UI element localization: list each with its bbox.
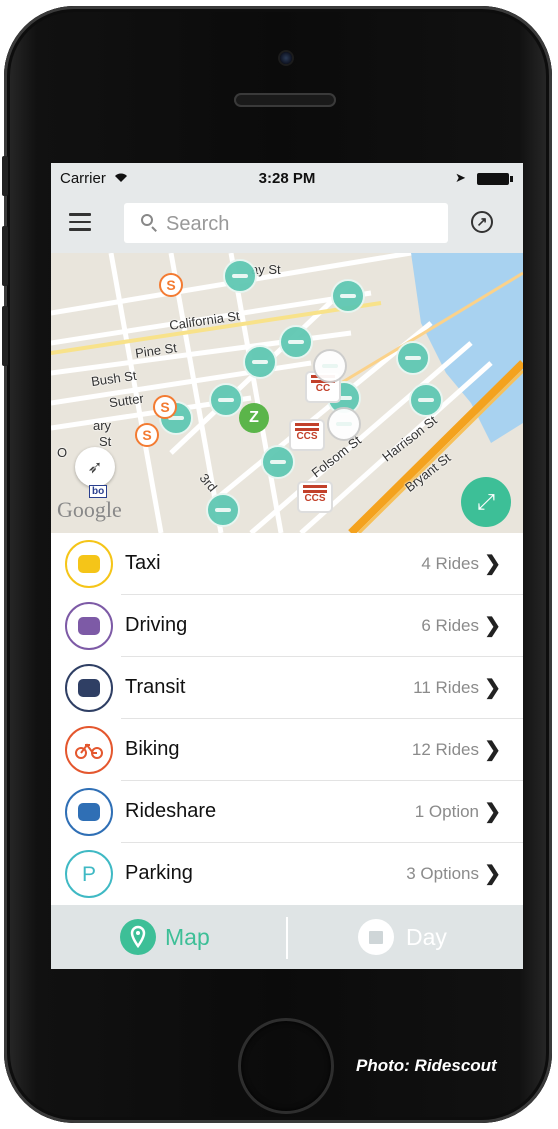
search-bar[interactable] [124, 203, 448, 245]
tab-day[interactable]: Day [288, 905, 523, 969]
ride-label: Driving [125, 614, 188, 636]
ride-row-driving[interactable]: Driving 6 Rides ❯ [51, 595, 523, 657]
tab-label: Day [406, 924, 447, 950]
map-pin[interactable] [331, 279, 365, 313]
menu-icon[interactable] [69, 213, 91, 231]
tab-map[interactable]: Map [51, 905, 286, 969]
ride-count: 11 Rides [413, 678, 479, 697]
share-route-icon[interactable]: ↗ [471, 211, 493, 233]
map-attribution: Google [57, 497, 122, 522]
ride-row-biking[interactable]: Biking 12 Rides ❯ [51, 719, 523, 781]
search-icon [141, 214, 153, 226]
status-time: 3:28 PM [258, 170, 316, 187]
battery-icon [477, 173, 513, 185]
map-pin[interactable] [243, 345, 277, 379]
chevron-right-icon: ❯ [484, 739, 501, 761]
map-pin-icon [120, 919, 156, 955]
ride-count: 1 Option [414, 802, 479, 821]
expand-map-icon[interactable]: ⤢ [461, 477, 511, 527]
car-icon [65, 602, 113, 650]
ccs-pin[interactable]: CCS [299, 483, 331, 511]
chevron-right-icon: ❯ [484, 863, 501, 885]
s-station-pin[interactable]: S [135, 423, 159, 447]
tab-label: Map [165, 924, 210, 950]
ride-label: Taxi [125, 552, 161, 574]
map-pin[interactable] [279, 325, 313, 359]
taxi-icon [65, 540, 113, 588]
ride-row-rideshare[interactable]: Rideshare 1 Option ❯ [51, 781, 523, 843]
ride-label: Biking [125, 738, 180, 760]
chevron-right-icon: ❯ [484, 801, 501, 823]
ride-count: 12 Rides [411, 740, 479, 759]
taxi-pin[interactable] [313, 349, 347, 383]
s-station-pin[interactable]: S [159, 273, 183, 297]
map-pin[interactable] [206, 493, 240, 527]
calendar-icon [358, 919, 394, 955]
location-arrow-icon: ➤ [455, 170, 466, 185]
bus-icon [65, 664, 113, 712]
map-view[interactable]: ay St California St Pine St Bush St Sutt… [51, 253, 523, 533]
chevron-right-icon: ❯ [484, 553, 501, 575]
photo-credit: Photo: Ridescout [356, 1056, 497, 1075]
ride-count: 3 Options [406, 864, 479, 883]
locate-me-icon[interactable]: ➶ [75, 447, 115, 487]
rideshare-car-icon [65, 788, 113, 836]
map-pin[interactable] [261, 445, 295, 479]
ride-count: 4 Rides [421, 554, 479, 573]
app-screen: Carrier 3:28 PM ➤ ↗ [51, 163, 523, 969]
s-station-pin[interactable]: S [153, 395, 177, 419]
map-pin[interactable] [396, 341, 430, 375]
chevron-right-icon: ❯ [484, 677, 501, 699]
ride-label: Transit [125, 676, 186, 698]
ccs-pin[interactable]: CCS [291, 421, 323, 449]
earpiece-speaker [234, 93, 336, 107]
home-button[interactable] [238, 1018, 334, 1114]
zipcar-pin[interactable]: Z [239, 403, 269, 433]
parking-icon: P [65, 850, 113, 898]
ride-row-transit[interactable]: Transit 11 Rides ❯ [51, 657, 523, 719]
nav-bar: ↗ [51, 193, 523, 253]
taxi-pin[interactable] [327, 407, 361, 441]
ride-row-taxi[interactable]: Taxi 4 Rides ❯ [51, 533, 523, 595]
street-label: O [57, 445, 68, 460]
map-pin[interactable] [209, 383, 243, 417]
volume-up-button [2, 226, 8, 286]
chevron-right-icon: ❯ [484, 615, 501, 637]
street-label: ary [93, 418, 112, 433]
volume-down-button [2, 306, 8, 366]
map-pin[interactable] [409, 383, 443, 417]
street-label: St [99, 434, 112, 449]
search-input[interactable] [164, 203, 438, 245]
ride-label: Parking [125, 862, 193, 884]
status-bar: Carrier 3:28 PM ➤ [51, 163, 523, 193]
map-pin[interactable] [223, 259, 257, 293]
ride-count: 6 Rides [421, 616, 479, 635]
ride-options-list: Taxi 4 Rides ❯ Driving 6 Rides ❯ Transit… [51, 533, 523, 905]
ride-row-parking[interactable]: P Parking 3 Options ❯ [51, 843, 523, 905]
mute-switch [2, 156, 8, 196]
camera-icon [280, 52, 292, 64]
tab-bar: Map Day [51, 905, 523, 969]
bike-icon [65, 726, 113, 774]
ride-label: Rideshare [125, 800, 217, 822]
